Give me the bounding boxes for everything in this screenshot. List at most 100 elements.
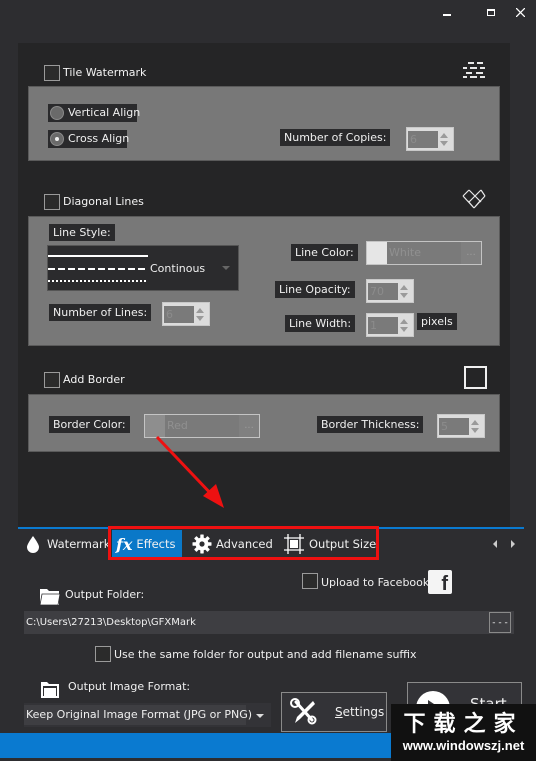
cross-align-label: Cross Align: [68, 132, 130, 145]
tile-watermark-label: Tile Watermark: [63, 66, 147, 79]
spin-up-icon[interactable]: [440, 133, 448, 138]
effects-panel: Tile Watermark Vertical Align Cross Alig…: [18, 43, 510, 528]
number-of-lines-value[interactable]: 6: [164, 306, 194, 323]
gear-icon: [192, 534, 212, 554]
number-of-copies-spinner[interactable]: 6: [406, 127, 454, 151]
open-folder-icon: [41, 682, 59, 698]
border-group: Border Color: Red ... Border Thickness: …: [28, 394, 500, 452]
square-outline-icon: [464, 366, 487, 389]
number-of-copies-value[interactable]: 6: [408, 131, 438, 148]
spin-down-icon[interactable]: [196, 316, 204, 321]
fx-icon: fx: [116, 534, 133, 554]
tab-output-size-label: Output Size: [309, 537, 377, 551]
vertical-align-option[interactable]: Vertical Align: [48, 104, 140, 122]
scroll-left-arrow[interactable]: [493, 540, 497, 548]
output-folder-path-text: C:\Users\27213\Desktop\GFXMark: [26, 617, 196, 628]
line-color-value: White: [389, 246, 421, 259]
facebook-icon[interactable]: f: [428, 570, 452, 594]
output-folder-path[interactable]: C:\Users\27213\Desktop\GFXMark: [24, 611, 514, 634]
minimize-button[interactable]: [432, 2, 462, 22]
line-color-browse-button[interactable]: ...: [461, 242, 481, 264]
border-color-picker[interactable]: Red ...: [144, 414, 260, 438]
maximize-button[interactable]: [476, 2, 506, 22]
settings-button[interactable]: Settings: [281, 692, 387, 732]
upload-facebook-label: Upload to Facebook: [321, 576, 430, 589]
site-watermark-url: www.windowszj.net: [402, 738, 525, 753]
dashed-line-preview: [48, 268, 148, 270]
line-opacity-value[interactable]: 70: [368, 283, 398, 300]
crosshatch-icon: [462, 189, 486, 209]
line-width-spinner[interactable]: 1: [366, 313, 414, 337]
chevron-down-icon: [256, 714, 264, 718]
tab-effects[interactable]: fx Effects: [112, 530, 182, 558]
tab-watermark[interactable]: Watermark: [22, 530, 114, 558]
line-style-label: Line Style:: [49, 224, 115, 241]
number-of-lines-spinner[interactable]: 6: [162, 302, 210, 326]
spin-down-icon[interactable]: [400, 293, 408, 298]
spin-down-icon[interactable]: [471, 428, 479, 433]
line-width-unit: pixels: [417, 313, 457, 330]
tab-advanced-label: Advanced: [216, 537, 273, 551]
spin-down-icon[interactable]: [440, 141, 448, 146]
chevron-down-icon: [222, 266, 230, 270]
water-drop-icon: [27, 536, 39, 553]
vertical-align-radio[interactable]: [50, 106, 64, 120]
line-width-value[interactable]: 1: [368, 317, 398, 334]
line-color-swatch: [367, 242, 387, 264]
tab-advanced[interactable]: Advanced: [188, 530, 277, 558]
diagonal-lines-label: Diagonal Lines: [63, 195, 144, 208]
border-thickness-label: Border Thickness:: [317, 416, 424, 433]
same-folder-label: Use the same folder for output and add f…: [114, 648, 417, 661]
output-format-value: Keep Original Image Format (JPG or PNG): [24, 705, 252, 725]
diagonal-lines-group: Line Style: Continous Line Color: White …: [28, 216, 500, 346]
tile-watermark-checkbox[interactable]: [44, 65, 60, 81]
same-folder-checkbox[interactable]: [95, 646, 111, 662]
tile-watermark-group: Vertical Align Cross Align Number of Cop…: [28, 86, 500, 161]
browse-folder-button[interactable]: - - -: [489, 612, 511, 633]
cross-align-option[interactable]: Cross Align: [48, 130, 130, 148]
scroll-right-arrow[interactable]: [511, 540, 515, 548]
dotted-line-preview: [48, 280, 148, 282]
tab-effects-label: Effects: [136, 537, 176, 551]
cross-align-radio[interactable]: [50, 132, 64, 146]
folder-icon: [39, 589, 61, 606]
output-format-dropdown[interactable]: Keep Original Image Format (JPG or PNG): [24, 703, 271, 727]
tile-pattern-icon: [463, 62, 485, 78]
spin-up-icon[interactable]: [400, 319, 408, 324]
border-color-swatch: [145, 415, 165, 437]
site-watermark-text: 下载之家: [403, 711, 524, 737]
solid-line-preview: [48, 255, 148, 257]
border-color-browse-button[interactable]: ...: [239, 415, 259, 437]
line-style-dropdown[interactable]: Continous: [47, 245, 239, 291]
tools-icon: [290, 698, 317, 725]
add-border-checkbox[interactable]: [44, 372, 60, 388]
upload-facebook-checkbox[interactable]: [302, 573, 318, 589]
tab-bar-line: [18, 527, 524, 529]
crop-icon: [284, 534, 304, 554]
line-opacity-spinner[interactable]: 70: [366, 279, 414, 303]
spin-down-icon[interactable]: [400, 327, 408, 332]
line-color-label: Line Color:: [291, 244, 358, 261]
spin-up-icon[interactable]: [400, 285, 408, 290]
close-button[interactable]: [505, 2, 535, 22]
add-border-label: Add Border: [63, 373, 125, 386]
diagonal-lines-checkbox[interactable]: [44, 194, 60, 210]
output-format-label: Output Image Format:: [68, 680, 191, 693]
close-icon: [515, 7, 525, 17]
tab-output-size[interactable]: Output Size: [279, 530, 380, 558]
number-of-lines-label: Number of Lines:: [49, 304, 152, 321]
tab-watermark-label: Watermark: [47, 537, 111, 551]
border-color-value: Red: [167, 419, 188, 432]
line-width-label: Line Width:: [285, 315, 356, 332]
spin-up-icon[interactable]: [196, 308, 204, 313]
spin-up-icon[interactable]: [471, 420, 479, 425]
line-color-picker[interactable]: White ...: [366, 241, 482, 265]
settings-label: Settings: [335, 705, 385, 719]
maximize-icon: [487, 8, 495, 16]
output-folder-label: Output Folder:: [65, 588, 145, 601]
border-thickness-spinner[interactable]: 5: [437, 414, 485, 438]
number-of-copies-label: Number of Copies:: [280, 129, 391, 146]
site-watermark-overlay: 下载之家 www.windowszj.net: [391, 704, 536, 761]
border-color-label: Border Color:: [49, 416, 130, 433]
border-thickness-value[interactable]: 5: [439, 418, 469, 435]
